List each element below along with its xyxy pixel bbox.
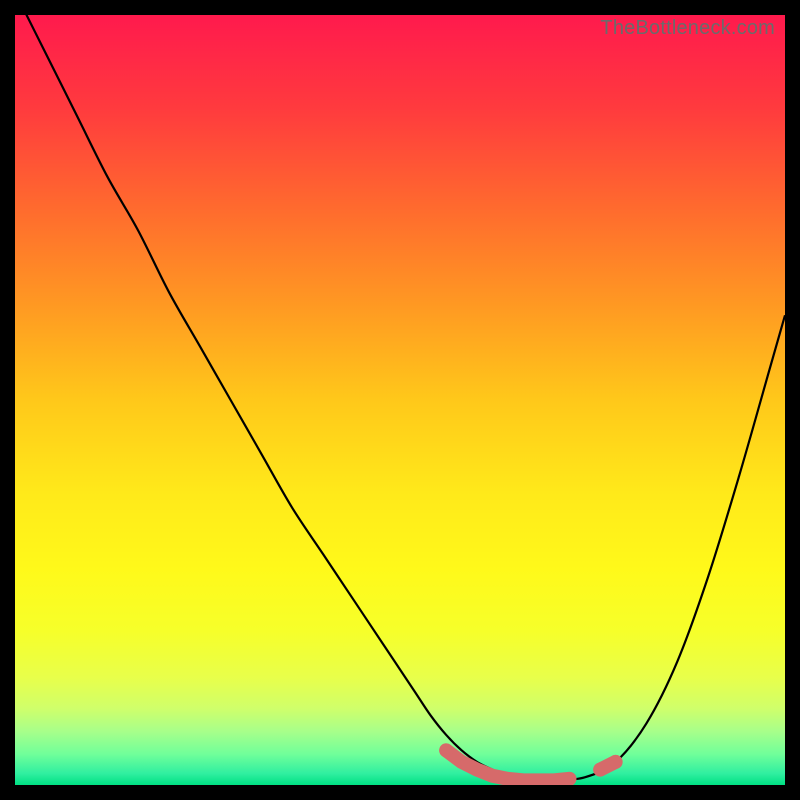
curve-layer [15,15,785,785]
plot-area: TheBottleneck.com [15,15,785,785]
optimal-range-markers [439,743,622,785]
watermark-text: TheBottleneck.com [600,17,775,40]
marker-endcap [439,743,453,757]
marker-endcap [593,763,607,777]
chart-stage: TheBottleneck.com [0,0,800,800]
marker-segment [446,750,569,780]
bottleneck-curve [15,15,785,781]
marker-endcap [609,755,623,769]
